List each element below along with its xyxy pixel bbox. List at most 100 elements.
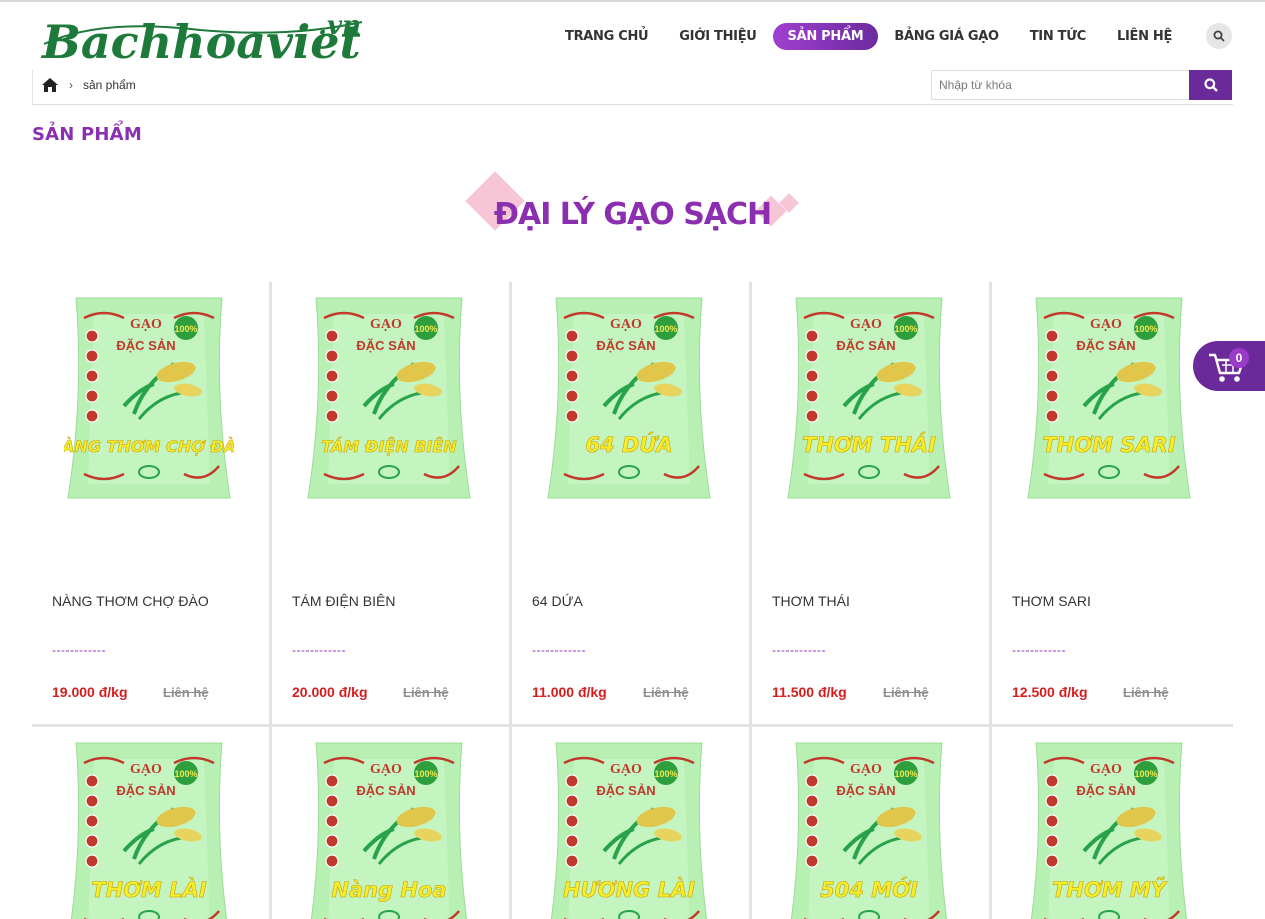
product-card[interactable]: 100% GẠO ĐẶC SẢN HƯƠNG LÀI <box>512 727 752 919</box>
cart-count-badge: 0 <box>1229 348 1249 368</box>
product-image[interactable]: 100% GẠO ĐẶC SẢN 64 DỨA <box>544 294 714 509</box>
product-card[interactable]: 100% GẠO ĐẶC SẢN THƠM LÀI <box>32 727 272 919</box>
product-image[interactable]: 100% GẠO ĐẶC SẢN TÁM ĐIỆN BIÊN <box>304 294 474 509</box>
top-border <box>0 0 1265 2</box>
svg-text:100%: 100% <box>654 769 677 779</box>
svg-text:100%: 100% <box>414 769 437 779</box>
product-price: 19.000 đ/kg <box>52 684 128 700</box>
svg-text:ĐẶC SẢN: ĐẶC SẢN <box>356 338 415 353</box>
product-grid: 100% GẠO ĐẶC SẢN NÀNG THƠM CHỢ ĐÀO NÀNG THƠ… <box>32 282 1233 919</box>
svg-text:100%: 100% <box>894 324 917 334</box>
svg-text:GẠO: GẠO <box>130 317 162 332</box>
search-toggle-button[interactable] <box>1206 23 1232 49</box>
product-image[interactable]: 100% GẠO ĐẶC SẢN THƠM MỸ <box>1024 739 1194 919</box>
page-title: SẢN PHẨM <box>32 124 142 145</box>
svg-text:64 DỨA: 64 DỨA <box>585 432 672 457</box>
svg-text:ĐẶC SẢN: ĐẶC SẢN <box>356 783 415 798</box>
product-card[interactable]: 100% GẠO ĐẶC SẢN 64 DỨA 64 DỨA ------------… <box>512 282 752 724</box>
svg-text:GẠO: GẠO <box>370 762 402 777</box>
product-contact: Liên hệ <box>883 685 929 700</box>
svg-text:100%: 100% <box>174 769 197 779</box>
section-header: ĐẠI LÝ GẠO SẠCH <box>460 170 805 240</box>
nav-contact[interactable]: LIÊN HỆ <box>1102 23 1187 50</box>
svg-text:ĐẶC SẢN: ĐẶC SẢN <box>1076 338 1135 353</box>
nav-products[interactable]: SẢN PHẨM <box>772 23 879 50</box>
svg-text:GẠO: GẠO <box>370 317 402 332</box>
svg-text:100%: 100% <box>894 769 917 779</box>
product-name[interactable]: THƠM SARI <box>1012 593 1091 609</box>
svg-text:GẠO: GẠO <box>1090 762 1122 777</box>
section-title: ĐẠI LÝ GẠO SẠCH <box>493 197 772 232</box>
svg-text:100%: 100% <box>174 324 197 334</box>
breadcrumb-current[interactable]: sản phẩm <box>83 78 136 92</box>
product-divider: ------------ <box>1012 643 1066 657</box>
product-price: 20.000 đ/kg <box>292 684 368 700</box>
nav-about[interactable]: GIỚI THIỆU <box>664 23 771 50</box>
product-image[interactable]: 100% GẠO ĐẶC SẢN THƠM SARI <box>1024 294 1194 509</box>
product-image[interactable]: 100% GẠO ĐẶC SẢN Nàng Hoa <box>304 739 474 919</box>
svg-text:GẠO: GẠO <box>850 762 882 777</box>
product-divider: ------------ <box>52 643 106 657</box>
product-image[interactable]: 100% GẠO ĐẶC SẢN HƯƠNG LÀI <box>544 739 714 919</box>
svg-text:100%: 100% <box>654 324 677 334</box>
svg-text:GẠO: GẠO <box>1090 317 1122 332</box>
product-card[interactable]: 100% GẠO ĐẶC SẢN THƠM THÁI THƠM THÁI ------… <box>752 282 992 724</box>
nav-news[interactable]: TIN TỨC <box>1015 23 1101 50</box>
svg-text:THƠM LÀI: THƠM LÀI <box>91 877 207 902</box>
svg-text:Nàng Hoa: Nàng Hoa <box>331 878 446 902</box>
product-card[interactable]: 100% GẠO ĐẶC SẢN Nàng Hoa <box>272 727 512 919</box>
svg-text:GẠO: GẠO <box>850 317 882 332</box>
svg-text:ĐẶC SẢN: ĐẶC SẢN <box>116 338 175 353</box>
svg-text:504 MỚI: 504 MỚI <box>820 877 918 902</box>
svg-text:ĐẶC SẢN: ĐẶC SẢN <box>596 338 655 353</box>
svg-text:ĐẶC SẢN: ĐẶC SẢN <box>836 783 895 798</box>
product-image[interactable]: 100% GẠO ĐẶC SẢN 504 MỚI <box>784 739 954 919</box>
search-form <box>931 70 1232 100</box>
svg-text:THƠM MỸ: THƠM MỸ <box>1052 877 1168 902</box>
product-image[interactable]: 100% GẠO ĐẶC SẢN THƠM LÀI <box>64 739 234 919</box>
svg-text:GẠO: GẠO <box>610 317 642 332</box>
home-icon[interactable] <box>41 77 59 93</box>
svg-text:ĐẶC SẢN: ĐẶC SẢN <box>596 783 655 798</box>
breadcrumb-separator-icon: › <box>69 78 73 92</box>
search-input[interactable] <box>932 71 1189 99</box>
breadcrumb: › sản phẩm <box>41 77 136 93</box>
product-image[interactable]: 100% GẠO ĐẶC SẢN NÀNG THƠM CHỢ ĐÀO <box>48 294 250 509</box>
svg-text:NÀNG THƠM CHỢ ĐÀO: NÀNG THƠM CHỢ ĐÀO <box>64 437 234 456</box>
product-name[interactable]: 64 DỨA <box>532 593 583 609</box>
product-card[interactable]: 100% GẠO ĐẶC SẢN NÀNG THƠM CHỢ ĐÀO NÀNG THƠ… <box>32 282 272 724</box>
svg-text:ĐẶC SẢN: ĐẶC SẢN <box>836 338 895 353</box>
svg-text:GẠO: GẠO <box>610 762 642 777</box>
product-name[interactable]: NÀNG THƠM CHỢ ĐÀO <box>52 593 209 609</box>
site-logo[interactable]: Bachhoaviet .vn <box>40 8 370 66</box>
product-contact: Liên hệ <box>643 685 689 700</box>
main-nav: TRANG CHỦ GIỚI THIỆU SẢN PHẨM BẢNG GIÁ G… <box>550 23 1188 50</box>
product-card[interactable]: 100% GẠO ĐẶC SẢN THƠM MỸ <box>992 727 1233 919</box>
product-price: 12.500 đ/kg <box>1012 684 1088 700</box>
product-contact: Liên hệ <box>403 685 449 700</box>
svg-text:ĐẶC SẢN: ĐẶC SẢN <box>116 783 175 798</box>
nav-home[interactable]: TRANG CHỦ <box>550 23 663 50</box>
product-name[interactable]: THƠM THÁI <box>772 593 850 609</box>
svg-text:HƯƠNG LÀI: HƯƠNG LÀI <box>563 877 695 902</box>
product-price: 11.000 đ/kg <box>532 684 607 700</box>
floating-cart-button[interactable]: 0 <box>1193 341 1265 391</box>
svg-text:ĐẶC SẢN: ĐẶC SẢN <box>1076 783 1135 798</box>
search-submit-button[interactable] <box>1189 70 1232 100</box>
product-name[interactable]: TÁM ĐIỆN BIÊN <box>292 593 395 609</box>
svg-text:TÁM ĐIỆN BIÊN: TÁM ĐIỆN BIÊN <box>321 436 457 456</box>
product-image[interactable]: 100% GẠO ĐẶC SẢN THƠM THÁI <box>784 294 954 509</box>
product-card[interactable]: 100% GẠO ĐẶC SẢN 504 MỚI <box>752 727 992 919</box>
svg-text:GẠO: GẠO <box>130 762 162 777</box>
svg-text:100%: 100% <box>1134 769 1157 779</box>
svg-text:THƠM SARI: THƠM SARI <box>1042 433 1176 457</box>
svg-text:THƠM THÁI: THƠM THÁI <box>802 432 936 457</box>
product-contact: Liên hệ <box>163 685 209 700</box>
search-icon <box>1203 78 1218 92</box>
product-card[interactable]: 100% GẠO ĐẶC SẢN TÁM ĐIỆN BIÊN TÁM ĐIỆN BIÊ… <box>272 282 512 724</box>
nav-price-list[interactable]: BẢNG GIÁ GẠO <box>879 23 1013 50</box>
product-card[interactable]: 100% GẠO ĐẶC SẢN THƠM SARI THƠM SARI ------… <box>992 282 1233 724</box>
product-row: 100% GẠO ĐẶC SẢN NÀNG THƠM CHỢ ĐÀO NÀNG THƠ… <box>32 282 1233 727</box>
product-contact: Liên hệ <box>1123 685 1169 700</box>
product-price: 11.500 đ/kg <box>772 684 847 700</box>
